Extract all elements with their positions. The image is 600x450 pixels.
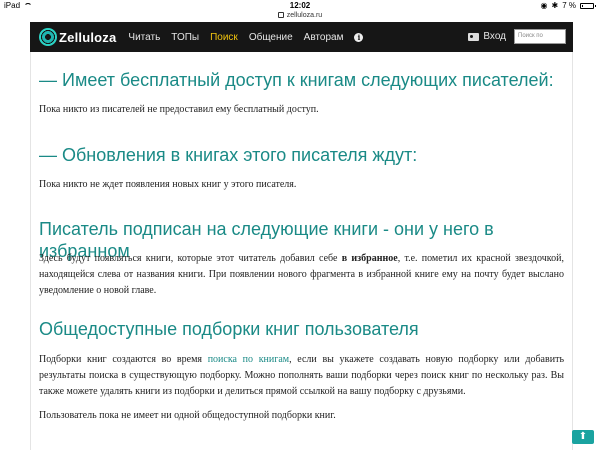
url-text: zelluloza.ru (286, 12, 323, 19)
free-access-text: Пока никто из писателей не предоставил е… (39, 104, 319, 115)
nav-search[interactable]: Поиск (210, 32, 238, 43)
updates-heading: — Обновления в книгах этого писателя жду… (39, 145, 418, 165)
rotation-lock-icon: ◉ (540, 1, 548, 10)
login-button[interactable]: Вход (468, 31, 506, 42)
collections-text-part1: Подборки книг создаются во время (39, 354, 208, 365)
status-time: 12:02 (289, 1, 311, 10)
login-label: Вход (483, 31, 506, 42)
site-header: Zelluloza Читать ТОПы Поиск Общение Авто… (30, 22, 573, 52)
battery-percent: 7 % (562, 1, 576, 10)
arrow-up-icon: ⬆ (578, 431, 588, 442)
battery-icon (580, 2, 596, 9)
subscribed-text-part1: Здесь будут появляться книги, которые эт… (39, 253, 342, 264)
site-logo[interactable]: Zelluloza (39, 28, 116, 46)
nav-community[interactable]: Общение (249, 32, 293, 43)
collections-empty-text: Пользователь пока не имеет ни одной обще… (39, 410, 336, 421)
main-nav: Читать ТОПы Поиск Общение Авторам i (128, 32, 364, 43)
bluetooth-icon: ✱ (551, 1, 559, 10)
collections-heading: Общедоступные подборки книг пользователя (39, 319, 419, 339)
battery-fill (582, 4, 583, 7)
main-content: — Имеет бесплатный доступ к книгам следу… (30, 52, 573, 450)
free-access-heading: — Имеет бесплатный доступ к книгам следу… (39, 70, 554, 90)
collections-text: Подборки книг создаются во время поиска … (39, 352, 564, 400)
url-bar[interactable]: zelluloza.ru (0, 12, 600, 22)
scroll-top-button[interactable]: ⬆ (572, 430, 594, 444)
info-icon[interactable]: i (354, 32, 364, 42)
status-bar: iPad 12:02 ◉ ✱ 7 % (0, 0, 600, 12)
updates-text: Пока никто не ждет появления новых книг … (39, 179, 297, 190)
book-search-link[interactable]: поиска по книгам (208, 354, 289, 365)
lock-icon (277, 12, 284, 18)
nav-tops[interactable]: ТОПы (171, 32, 199, 43)
logo-text: Zelluloza (59, 29, 117, 45)
nav-read[interactable]: Читать (128, 32, 160, 43)
subscribed-text: Здесь будут появляться книги, которые эт… (39, 251, 564, 299)
favorites-bold: в избранное (341, 253, 398, 264)
nav-authors[interactable]: Авторам (304, 32, 344, 43)
logo-icon (39, 28, 57, 46)
id-card-icon (468, 32, 480, 41)
search-input[interactable]: Поиск по (514, 29, 566, 44)
status-right: ◉ ✱ 7 % (540, 1, 596, 10)
